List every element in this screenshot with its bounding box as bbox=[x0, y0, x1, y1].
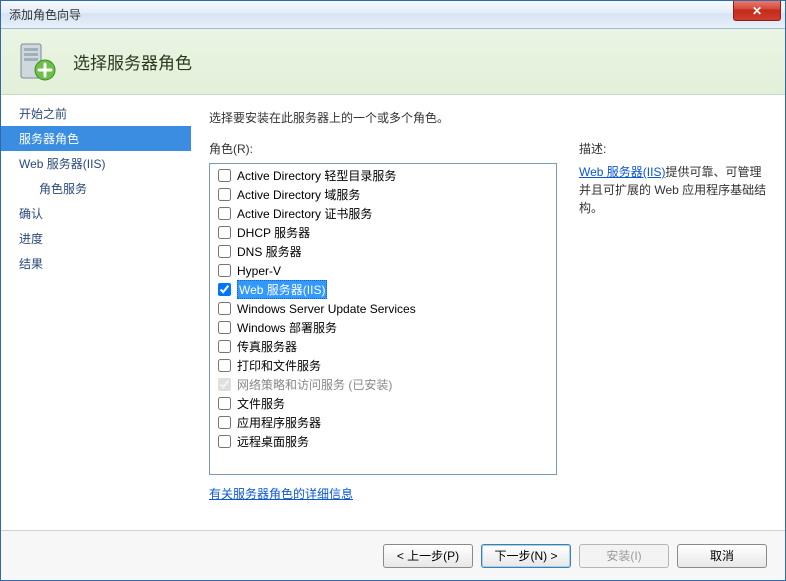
role-row[interactable]: 打印和文件服务 bbox=[210, 356, 556, 375]
role-row[interactable]: Hyper-V bbox=[210, 261, 556, 280]
role-checkbox bbox=[218, 378, 231, 391]
role-label: Active Directory 轻型目录服务 bbox=[237, 167, 396, 184]
role-label: Hyper-V bbox=[237, 264, 281, 278]
role-label: 传真服务器 bbox=[237, 338, 297, 355]
description-link[interactable]: Web 服务器(IIS) bbox=[579, 165, 665, 179]
header-band: 选择服务器角色 bbox=[1, 29, 785, 95]
role-label: DHCP 服务器 bbox=[237, 224, 310, 241]
server-wizard-icon bbox=[15, 40, 59, 84]
role-row[interactable]: Web 服务器(IIS) bbox=[210, 280, 556, 299]
role-row[interactable]: Active Directory 证书服务 bbox=[210, 204, 556, 223]
role-checkbox[interactable] bbox=[218, 435, 231, 448]
more-info-link[interactable]: 有关服务器角色的详细信息 bbox=[209, 487, 353, 501]
role-checkbox[interactable] bbox=[218, 321, 231, 334]
roles-label: 角色(R): bbox=[209, 140, 557, 157]
footer: < 上一步(P) 下一步(N) > 安装(I) 取消 bbox=[1, 530, 785, 580]
nav-item[interactable]: 确认 bbox=[1, 201, 191, 226]
role-checkbox[interactable] bbox=[218, 207, 231, 220]
role-label: 打印和文件服务 bbox=[237, 357, 321, 374]
next-button[interactable]: 下一步(N) > bbox=[481, 544, 571, 568]
columns: 角色(R): Active Directory 轻型目录服务Active Dir… bbox=[209, 140, 769, 530]
nav-item[interactable]: 结果 bbox=[1, 251, 191, 276]
body: 开始之前服务器角色Web 服务器(IIS)角色服务确认进度结果 选择要安装在此服… bbox=[1, 95, 785, 530]
prev-button[interactable]: < 上一步(P) bbox=[383, 544, 473, 568]
cancel-button[interactable]: 取消 bbox=[677, 544, 767, 568]
role-checkbox[interactable] bbox=[218, 283, 231, 296]
role-label: 远程桌面服务 bbox=[237, 433, 309, 450]
role-row[interactable]: 文件服务 bbox=[210, 394, 556, 413]
role-label: Active Directory 证书服务 bbox=[237, 205, 372, 222]
role-row[interactable]: 远程桌面服务 bbox=[210, 432, 556, 451]
nav-item[interactable]: 角色服务 bbox=[1, 176, 191, 201]
role-checkbox[interactable] bbox=[218, 340, 231, 353]
nav-item[interactable]: 开始之前 bbox=[1, 101, 191, 126]
nav-item[interactable]: 服务器角色 bbox=[1, 126, 191, 151]
role-row[interactable]: 应用程序服务器 bbox=[210, 413, 556, 432]
role-label: 应用程序服务器 bbox=[237, 414, 321, 431]
titlebar[interactable]: 添加角色向导 ✕ bbox=[1, 1, 785, 29]
role-label: Windows 部署服务 bbox=[237, 319, 337, 336]
role-label: Windows Server Update Services bbox=[237, 302, 416, 316]
role-label: 文件服务 bbox=[237, 395, 285, 412]
content-area: 选择要安装在此服务器上的一个或多个角色。 角色(R): Active Direc… bbox=[191, 95, 785, 530]
roles-listbox[interactable]: Active Directory 轻型目录服务 Active Directory … bbox=[209, 163, 557, 475]
role-checkbox[interactable] bbox=[218, 397, 231, 410]
description-column: 描述: Web 服务器(IIS)提供可靠、可管理并且可扩展的 Web 应用程序基… bbox=[579, 140, 769, 530]
instruction-text: 选择要安装在此服务器上的一个或多个角色。 bbox=[209, 109, 769, 126]
page-title: 选择服务器角色 bbox=[73, 49, 192, 74]
role-row[interactable]: Windows Server Update Services bbox=[210, 299, 556, 318]
role-row: 网络策略和访问服务 (已安装) bbox=[210, 375, 556, 394]
description-label: 描述: bbox=[579, 140, 769, 157]
role-label: DNS 服务器 bbox=[237, 243, 302, 260]
close-button[interactable]: ✕ bbox=[733, 1, 781, 21]
role-row[interactable]: DHCP 服务器 bbox=[210, 223, 556, 242]
nav-item[interactable]: Web 服务器(IIS) bbox=[1, 151, 191, 176]
role-label: Active Directory 域服务 bbox=[237, 186, 360, 203]
role-checkbox[interactable] bbox=[218, 264, 231, 277]
nav-item[interactable]: 进度 bbox=[1, 226, 191, 251]
role-row[interactable]: Active Directory 域服务 bbox=[210, 185, 556, 204]
window-title: 添加角色向导 bbox=[9, 6, 81, 23]
role-row[interactable]: DNS 服务器 bbox=[210, 242, 556, 261]
role-checkbox[interactable] bbox=[218, 359, 231, 372]
role-label: Web 服务器(IIS) bbox=[237, 280, 327, 299]
role-label: 网络策略和访问服务 (已安装) bbox=[237, 376, 392, 393]
roles-column: 角色(R): Active Directory 轻型目录服务Active Dir… bbox=[209, 140, 557, 530]
close-icon: ✕ bbox=[752, 4, 762, 18]
install-button[interactable]: 安装(I) bbox=[579, 544, 669, 568]
role-checkbox[interactable] bbox=[218, 188, 231, 201]
role-checkbox[interactable] bbox=[218, 245, 231, 258]
description-text: Web 服务器(IIS)提供可靠、可管理并且可扩展的 Web 应用程序基础结构。 bbox=[579, 163, 769, 217]
role-row[interactable]: Active Directory 轻型目录服务 bbox=[210, 166, 556, 185]
role-checkbox[interactable] bbox=[218, 169, 231, 182]
role-row[interactable]: Windows 部署服务 bbox=[210, 318, 556, 337]
role-row[interactable]: 传真服务器 bbox=[210, 337, 556, 356]
wizard-window: 添加角色向导 ✕ 选择服务器角色 开始之前服务器角色Web 服务器(IIS)角色… bbox=[0, 0, 786, 581]
role-checkbox[interactable] bbox=[218, 302, 231, 315]
role-checkbox[interactable] bbox=[218, 416, 231, 429]
wizard-nav: 开始之前服务器角色Web 服务器(IIS)角色服务确认进度结果 bbox=[1, 95, 191, 530]
role-checkbox[interactable] bbox=[218, 226, 231, 239]
